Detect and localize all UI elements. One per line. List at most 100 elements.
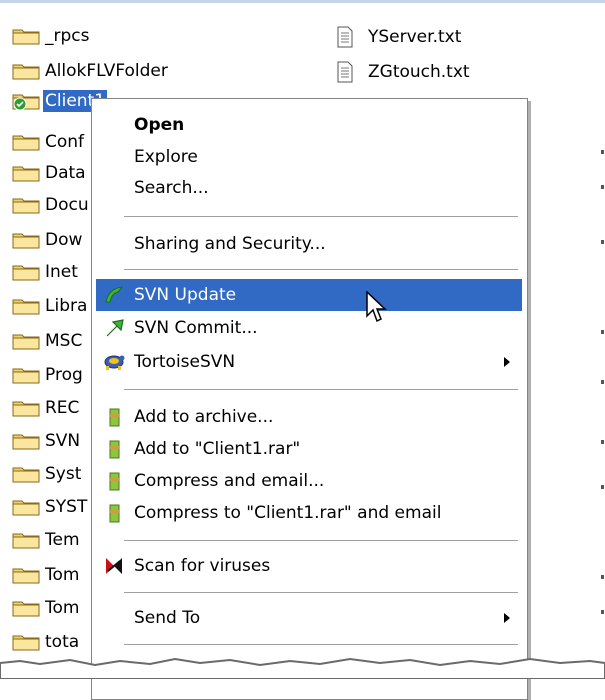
menu-item-search[interactable]: Search... [96, 172, 522, 204]
menu-item-svn-update[interactable]: SVN Update [96, 279, 522, 311]
text-file-icon [337, 61, 353, 83]
mouse-cursor-icon [366, 291, 387, 323]
list-item[interactable]: tota [12, 629, 81, 655]
menu-item-add-to-archive[interactable]: Add to archive... [96, 401, 522, 433]
menu-separator [124, 216, 518, 217]
folder-icon [12, 568, 40, 584]
menu-item-compress-email[interactable]: Compress and email... [96, 465, 522, 497]
folder-icon [12, 334, 40, 350]
menu-separator [124, 592, 518, 593]
folder-icon [12, 198, 40, 214]
text-file-icon [337, 26, 353, 48]
folder-icon [12, 533, 40, 549]
menu-item-label: Compress to "Client1.rar" and email [134, 503, 442, 523]
list-item[interactable]: ZGtouch.txt [334, 59, 472, 85]
menu-item-label: Search... [134, 178, 209, 198]
file-name: MSC [45, 331, 83, 351]
file-name: SYST [45, 497, 88, 517]
folder-icon [12, 135, 40, 151]
list-item[interactable]: Libra [12, 293, 89, 319]
menu-item-label: Explore [134, 147, 198, 167]
folder-icon [12, 467, 40, 483]
menu-item-label: Compress and email... [134, 471, 325, 491]
list-item[interactable]: Data [12, 160, 88, 186]
menu-item-label: SVN Commit... [134, 318, 258, 338]
file-name: Tom [45, 565, 80, 585]
list-item[interactable]: Dow [12, 227, 84, 253]
submenu-arrow-icon [504, 357, 510, 367]
file-name: Tem [45, 530, 80, 550]
submenu-arrow-icon [504, 613, 510, 623]
menu-item-label: Scan for viruses [134, 556, 271, 576]
winrar-icon [109, 504, 120, 523]
file-name: SVN [45, 431, 81, 451]
menu-separator [124, 644, 518, 645]
menu-item-explore[interactable]: Explore [96, 141, 522, 173]
menu-item-label: TortoiseSVN [134, 352, 236, 372]
list-item[interactable]: REC [12, 395, 81, 421]
list-item[interactable]: Syst [12, 461, 83, 487]
context-menu: Open Explore Search... Sharing and Secur… [91, 98, 528, 700]
antivirus-icon [106, 558, 122, 574]
file-name: AllokFLVFolder [45, 61, 168, 81]
menu-item-svn-commit[interactable]: SVN Commit... [96, 312, 522, 344]
file-name: _rpcs [45, 26, 90, 46]
folder-icon [12, 299, 40, 315]
folder-icon [12, 368, 40, 384]
menu-item-label: Open [134, 115, 185, 135]
file-name: Prog [45, 365, 83, 385]
file-name: Dow [45, 230, 83, 250]
folder-icon [12, 64, 40, 80]
menu-item-open[interactable]: Open [96, 109, 522, 141]
file-name: Inet [45, 262, 78, 282]
file-name: Conf [45, 132, 85, 152]
menu-item-tortoisesvn[interactable]: TortoiseSVN [96, 346, 522, 378]
menu-item-scan-viruses[interactable]: Scan for viruses [96, 550, 522, 582]
menu-item-label: Sharing and Security... [134, 234, 326, 254]
list-item[interactable]: Tom [12, 595, 81, 621]
menu-item-label: Add to archive... [134, 407, 274, 427]
list-item[interactable]: SYST [12, 494, 89, 520]
file-name: Data [45, 163, 86, 183]
file-name: Libra [45, 296, 88, 316]
menu-separator [124, 540, 518, 541]
svn-folder-icon [12, 94, 40, 110]
list-item[interactable]: Docu [12, 192, 91, 218]
list-item[interactable]: Conf [12, 129, 86, 155]
list-item[interactable]: Tom [12, 562, 81, 588]
file-name: YServer.txt [368, 27, 462, 47]
menu-item-sharing[interactable]: Sharing and Security... [96, 228, 522, 260]
list-item[interactable]: _rpcs [12, 23, 91, 49]
list-item[interactable]: Tem [12, 527, 82, 553]
list-item[interactable]: AllokFLVFolder [12, 58, 170, 84]
svn-update-icon [105, 286, 124, 303]
menu-separator [124, 269, 518, 270]
folder-icon [12, 29, 40, 45]
winrar-icon [109, 472, 120, 491]
folder-icon [12, 500, 40, 516]
folder-icon [12, 601, 40, 617]
list-item[interactable]: Inet [12, 259, 80, 285]
menu-item-send-to[interactable]: Send To [96, 602, 522, 634]
menu-item-compress-rar-email[interactable]: Compress to "Client1.rar" and email [96, 497, 522, 529]
folder-icon [12, 166, 40, 182]
file-name: Tom [45, 598, 80, 618]
file-name: REC [45, 398, 80, 418]
tortoise-icon [104, 355, 125, 370]
file-name: ZGtouch.txt [368, 62, 470, 82]
folder-icon [12, 635, 40, 651]
list-item[interactable]: MSC [12, 328, 84, 354]
folder-icon [12, 434, 40, 450]
svn-commit-icon [106, 319, 124, 337]
list-item[interactable]: SVN [12, 428, 82, 454]
list-item[interactable]: YServer.txt [334, 24, 463, 50]
menu-item-label: Send To [134, 608, 201, 628]
menu-item-add-to-rar[interactable]: Add to "Client1.rar" [96, 433, 522, 465]
clipped-column-edge [601, 0, 605, 679]
menu-item-label: Add to "Client1.rar" [134, 439, 301, 459]
folder-icon [12, 233, 40, 249]
list-item[interactable]: Prog [12, 362, 85, 388]
winrar-icon [109, 408, 120, 427]
winrar-icon [109, 440, 120, 459]
file-name: Syst [45, 464, 82, 484]
